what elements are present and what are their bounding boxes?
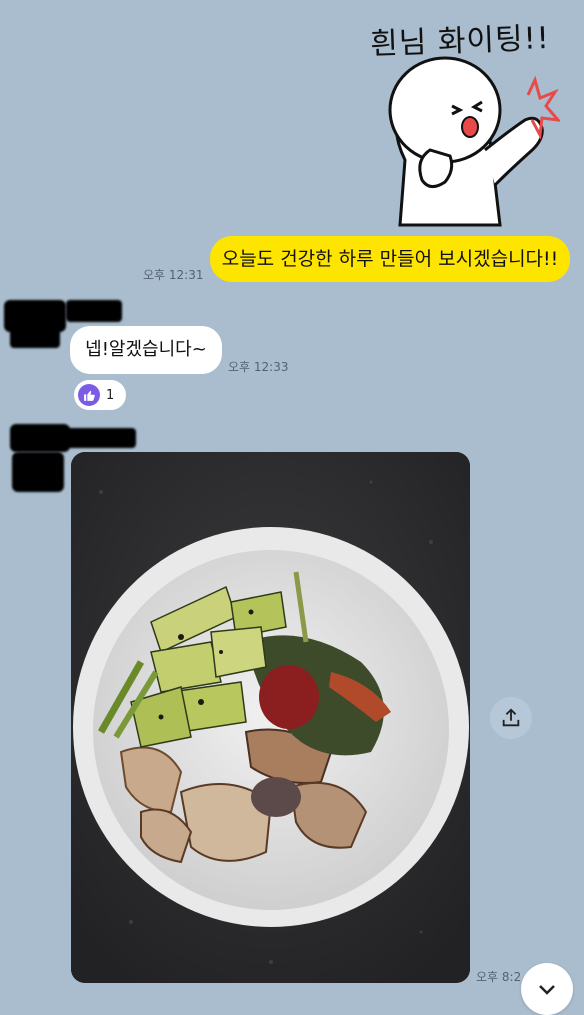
cheering-character-sticker[interactable] [360, 10, 560, 230]
message-time: 오후 8:2 [476, 970, 522, 984]
message-time: 오후 12:31 [143, 268, 204, 282]
outgoing-message-bubble[interactable]: 오늘도 건강한 하루 만들어 보시겠습니다!! [210, 236, 570, 282]
reaction-count: 1 [106, 387, 115, 403]
share-button[interactable] [490, 697, 532, 739]
reaction-badge[interactable]: 1 [74, 380, 126, 410]
message-time: 오후 12:33 [228, 360, 289, 374]
sender-name [66, 300, 122, 322]
avatar-shadow [12, 452, 64, 492]
thumbs-up-icon [78, 384, 100, 406]
sender-name [66, 428, 136, 448]
scroll-to-bottom-button[interactable] [521, 963, 573, 1015]
chevron-down-icon [539, 985, 555, 995]
avatar-shadow [10, 326, 60, 348]
food-bowl-photo[interactable] [71, 452, 470, 983]
avatar[interactable] [10, 424, 70, 452]
share-icon [502, 708, 520, 727]
incoming-message-bubble[interactable]: 넵!알겠습니다~ [70, 326, 222, 374]
